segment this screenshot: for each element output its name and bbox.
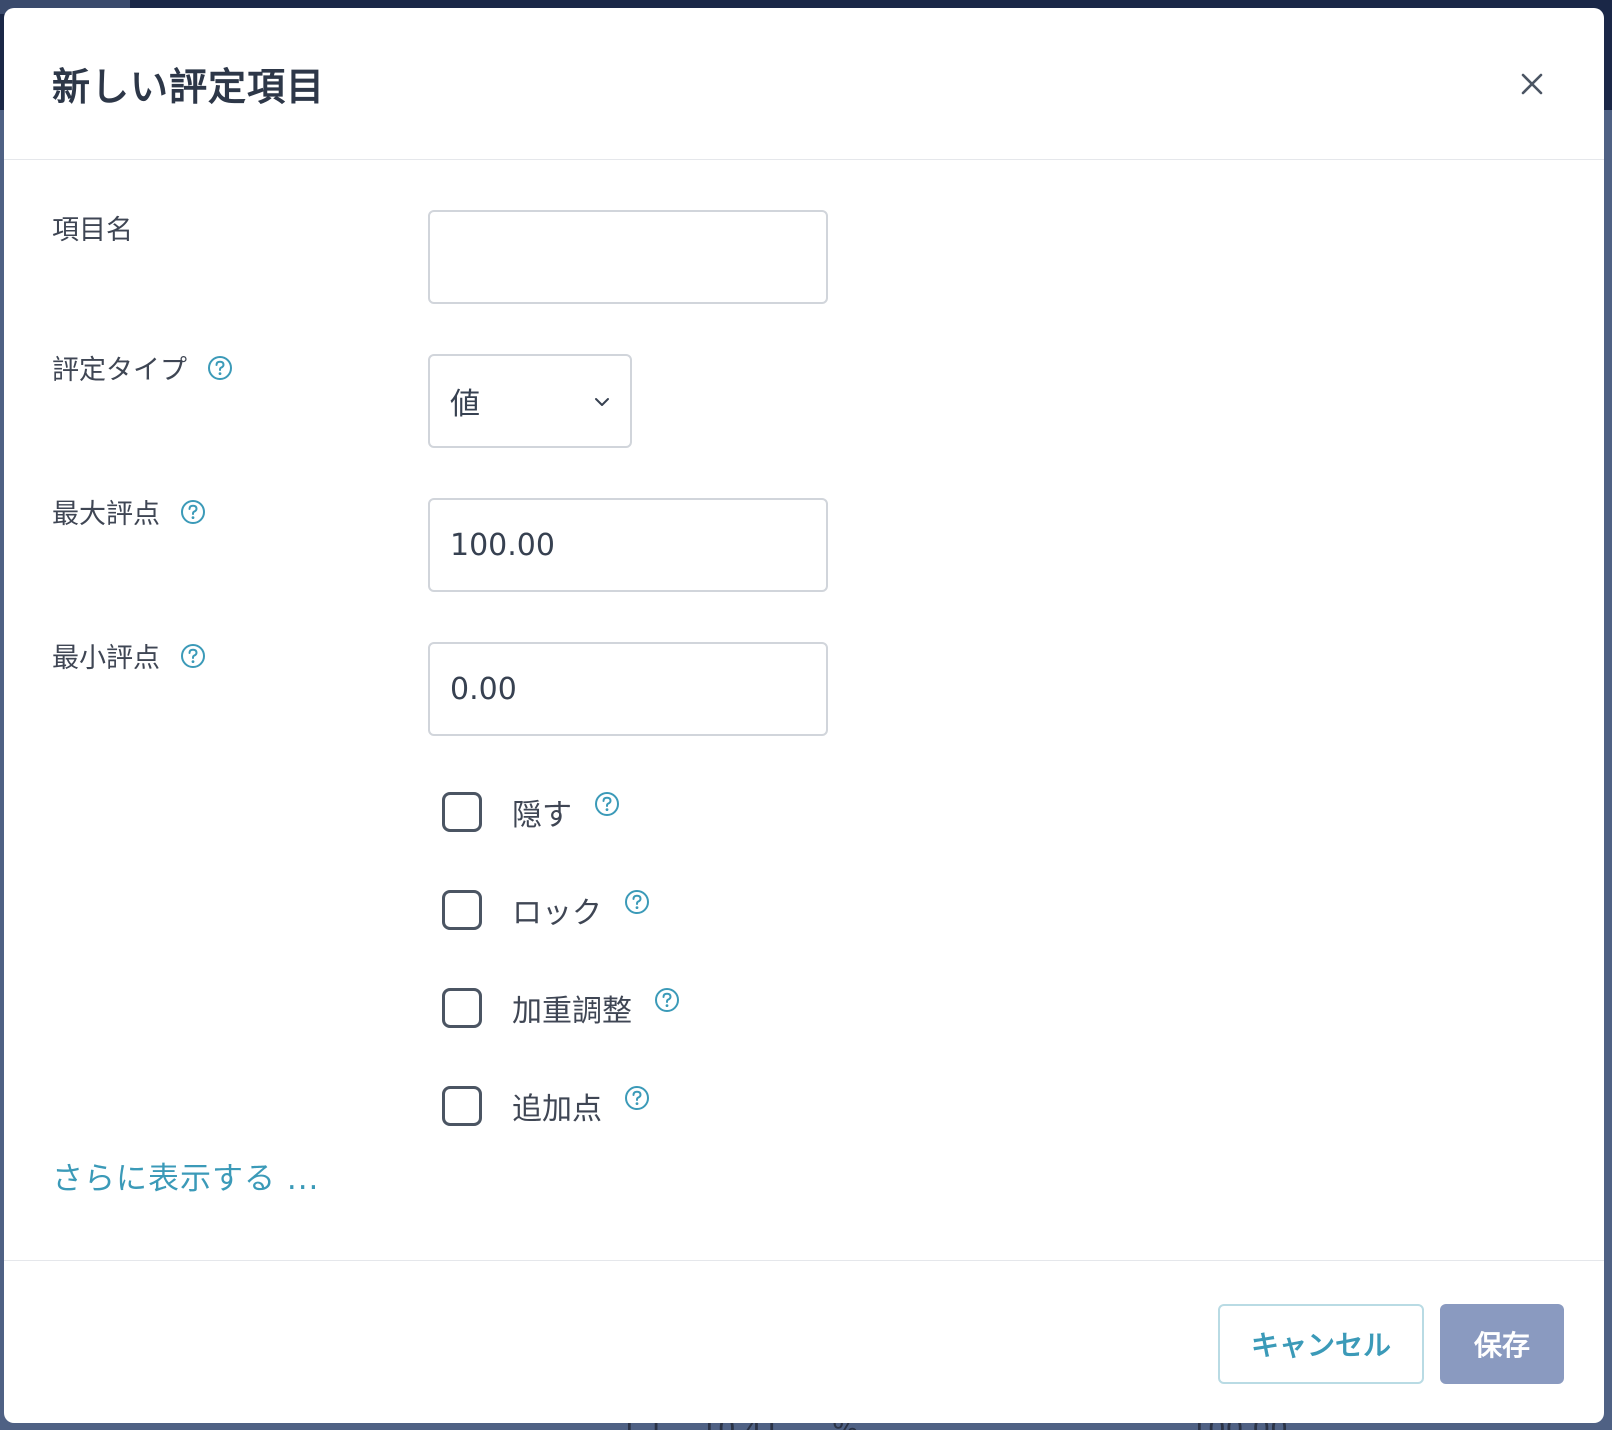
name-label: 項目名	[52, 208, 133, 247]
max-score-label-text: 最大評点	[52, 499, 160, 530]
question-circle-icon[interactable]	[180, 643, 206, 669]
dialog-title: 新しい評定項目	[52, 65, 326, 109]
close-button[interactable]	[1512, 64, 1552, 104]
max-score-label: 最大評点	[52, 492, 206, 531]
extra-credit-checkbox[interactable]	[442, 1086, 482, 1126]
question-circle-icon[interactable]	[624, 1085, 650, 1111]
name-input[interactable]	[428, 210, 828, 304]
name-label-text: 項目名	[52, 215, 133, 246]
cancel-button[interactable]: キャンセル	[1218, 1304, 1424, 1384]
hide-checkbox[interactable]	[442, 792, 482, 832]
dialog-header: 新しい評定項目	[4, 8, 1604, 160]
grade-type-label-text: 評定タイプ	[52, 355, 187, 386]
lock-checkbox-label: ロック	[512, 896, 602, 931]
question-circle-icon[interactable]	[180, 499, 206, 525]
footer-divider	[4, 1260, 1604, 1261]
grade-type-select[interactable]: 値	[428, 354, 632, 448]
question-circle-icon[interactable]	[624, 889, 650, 915]
lock-checkbox[interactable]	[442, 890, 482, 930]
hide-checkbox-label: 隠す	[512, 798, 572, 833]
show-more-link[interactable]: さらに表示する ...	[52, 1153, 319, 1198]
new-grade-item-dialog: 新しい評定項目 項目名 評定タイプ 値 最大評点 100.00 最小評点 0.0…	[4, 8, 1604, 1423]
grade-type-label: 評定タイプ	[52, 348, 233, 387]
extra-credit-checkbox-row[interactable]: 追加点	[442, 1084, 650, 1128]
min-score-label-text: 最小評点	[52, 643, 160, 674]
weight-adjust-checkbox[interactable]	[442, 988, 482, 1028]
chevron-down-icon	[595, 398, 609, 406]
max-score-input[interactable]	[428, 498, 828, 592]
question-circle-icon[interactable]	[654, 987, 680, 1013]
hide-checkbox-row[interactable]: 隠す	[442, 790, 620, 834]
close-icon	[1521, 73, 1543, 95]
weight-adjust-checkbox-row[interactable]: 加重調整	[442, 986, 680, 1030]
question-circle-icon[interactable]	[594, 791, 620, 817]
min-score-input[interactable]	[428, 642, 828, 736]
weight-adjust-checkbox-label: 加重調整	[512, 994, 632, 1029]
lock-checkbox-row[interactable]: ロック	[442, 888, 650, 932]
min-score-label: 最小評点	[52, 636, 206, 675]
save-button[interactable]: 保存	[1440, 1304, 1564, 1384]
extra-credit-checkbox-label: 追加点	[512, 1092, 602, 1127]
grade-type-selected: 値	[450, 387, 480, 422]
question-circle-icon[interactable]	[207, 355, 233, 381]
